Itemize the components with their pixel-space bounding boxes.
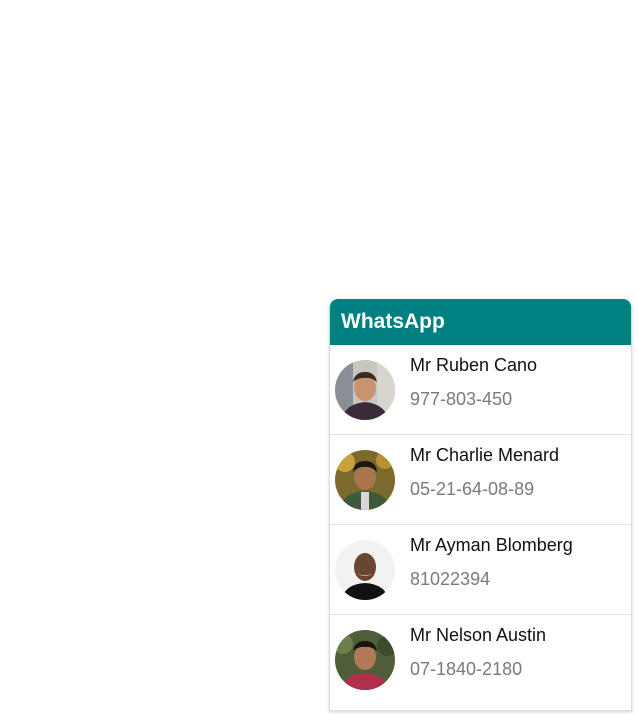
avatar <box>335 360 395 420</box>
contact-phone: 07-1840-2180 <box>410 659 523 679</box>
avatar-photo-icon <box>335 540 395 600</box>
contact-item[interactable]: Mr Ayman Blomberg 81022394 <box>330 525 631 615</box>
contact-name: Mr Ayman Blomberg <box>410 535 573 555</box>
page: WhatsApp Mr Ruben Cano 977-803-450 Mr Ch… <box>0 0 638 714</box>
contact-phone: 977-803-450 <box>410 389 513 409</box>
avatar <box>335 450 395 510</box>
contact-name: Mr Charlie Menard <box>410 445 560 465</box>
contact-name: Mr Nelson Austin <box>410 625 547 645</box>
whatsapp-contact-panel: WhatsApp Mr Ruben Cano 977-803-450 Mr Ch… <box>329 299 632 711</box>
contact-phone: 81022394 <box>410 569 491 589</box>
avatar-photo-icon <box>335 360 395 420</box>
contact-item[interactable]: Mr Charlie Menard 05-21-64-08-89 <box>330 435 631 525</box>
avatar-photo-icon <box>335 450 395 510</box>
contact-item[interactable]: Mr Nelson Austin 07-1840-2180 <box>330 615 631 705</box>
avatar <box>335 630 395 690</box>
contact-phone: 05-21-64-08-89 <box>410 479 535 499</box>
panel-title: WhatsApp <box>330 299 631 345</box>
contact-item[interactable]: Mr Ruben Cano 977-803-450 <box>330 345 631 435</box>
avatar <box>335 540 395 600</box>
contact-name: Mr Ruben Cano <box>410 355 538 375</box>
avatar-photo-icon <box>335 630 395 690</box>
